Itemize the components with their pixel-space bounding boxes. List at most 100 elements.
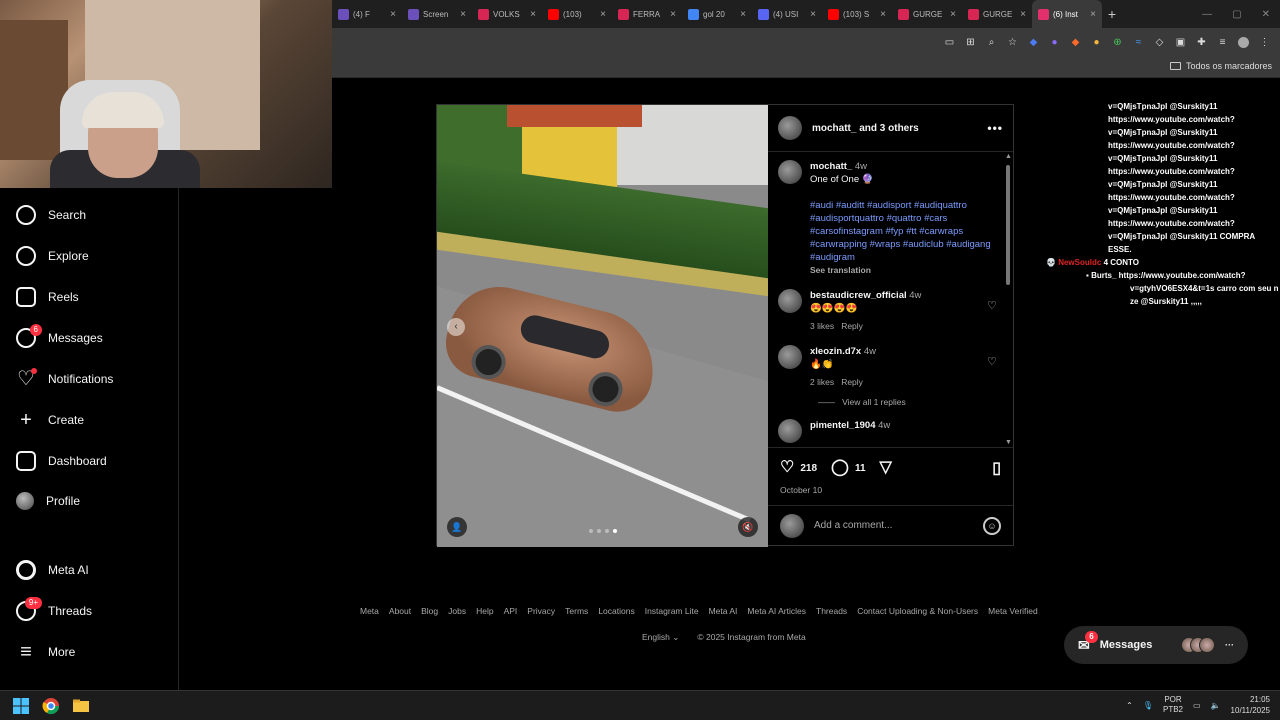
- like-comment-icon[interactable]: ♡: [987, 357, 997, 368]
- sidebar-item-explore[interactable]: Explore: [16, 246, 89, 266]
- close-tab-icon[interactable]: ×: [530, 9, 536, 20]
- browser-tab[interactable]: (6) Inst ×: [1032, 0, 1102, 28]
- avatar[interactable]: [778, 289, 802, 313]
- chrome-icon[interactable]: [42, 697, 60, 715]
- language-indicator[interactable]: POR PTB2: [1163, 695, 1183, 715]
- close-tab-icon[interactable]: ×: [740, 9, 746, 20]
- footer-link[interactable]: Locations: [598, 606, 634, 616]
- footer-link[interactable]: Help: [476, 606, 493, 616]
- browser-tab[interactable]: GURGE ×: [962, 0, 1032, 28]
- file-explorer-icon[interactable]: [72, 697, 90, 715]
- footer-link[interactable]: Jobs: [448, 606, 466, 616]
- previous-photo-button[interactable]: ‹: [447, 318, 465, 336]
- footer-link[interactable]: API: [504, 606, 518, 616]
- reply-button[interactable]: Reply: [841, 377, 863, 387]
- comment-username[interactable]: xleozin.d7x: [810, 346, 861, 357]
- windows-start-icon[interactable]: [12, 697, 30, 715]
- see-translation-link[interactable]: See translation: [810, 265, 871, 275]
- browser-tab[interactable]: (103) ×: [542, 0, 612, 28]
- more-options-icon[interactable]: •••: [987, 121, 1003, 135]
- star-icon[interactable]: ☆: [1007, 37, 1018, 48]
- extension-plus-icon[interactable]: ⊕: [1112, 37, 1123, 48]
- sidebar-item-profile[interactable]: Profile: [16, 492, 80, 510]
- close-tab-icon[interactable]: ×: [880, 9, 886, 20]
- sidebar-item-reels[interactable]: Reels: [16, 287, 79, 307]
- like-count[interactable]: 218: [800, 463, 817, 474]
- sidebar-item-search[interactable]: Search: [16, 205, 86, 225]
- caption-username[interactable]: mochatt_: [810, 161, 852, 172]
- comment-input[interactable]: Add a comment...: [814, 520, 892, 531]
- browser-tab[interactable]: Screen ×: [402, 0, 472, 28]
- footer-link[interactable]: Instagram Lite: [645, 606, 699, 616]
- close-tab-icon[interactable]: ×: [600, 9, 606, 20]
- browser-tab[interactable]: FERRA ×: [612, 0, 682, 28]
- volume-icon[interactable]: 🔈: [1211, 701, 1221, 710]
- avatar[interactable]: [778, 419, 802, 443]
- browser-menu-icon[interactable]: ⋮: [1259, 37, 1270, 48]
- close-tab-icon[interactable]: ×: [460, 9, 466, 20]
- close-tab-icon[interactable]: ×: [1090, 9, 1096, 20]
- chevron-up-icon[interactable]: ⌃: [1126, 701, 1133, 710]
- all-bookmarks-button[interactable]: Todos os marcadores: [1169, 61, 1272, 71]
- comments-list[interactable]: mochatt_ 4w One of One 🔮 #audi #auditt #…: [768, 152, 1013, 447]
- extension-cloud-icon[interactable]: ●: [1049, 37, 1060, 48]
- sidebar-item-threads[interactable]: 9+ Threads: [16, 597, 92, 621]
- emoji-icon[interactable]: ☺: [983, 516, 1001, 535]
- comment-icon[interactable]: ◯: [831, 460, 849, 476]
- footer-link[interactable]: Contact Uploading & Non-Users: [857, 606, 978, 616]
- sidebar-item-more[interactable]: ≡ More: [16, 642, 75, 662]
- maximize-icon[interactable]: ▢: [1232, 9, 1241, 20]
- comments-scrollbar[interactable]: ▲ ▼: [1005, 153, 1012, 446]
- clock[interactable]: 21:05 10/11/2025: [1231, 694, 1270, 716]
- close-window-icon[interactable]: ✕: [1262, 9, 1270, 20]
- zoom-icon[interactable]: ⌕: [986, 37, 997, 48]
- network-icon[interactable]: ▭: [1193, 701, 1201, 710]
- sidebar-item-notifications[interactable]: ♡ Notifications: [16, 368, 113, 389]
- sidebar-item-meta-ai[interactable]: Meta AI: [16, 560, 89, 580]
- close-tab-icon[interactable]: ×: [670, 9, 676, 20]
- extension-key-icon[interactable]: ●: [1091, 37, 1102, 48]
- save-bookmark-icon[interactable]: ▯: [992, 458, 1001, 478]
- footer-link[interactable]: Blog: [421, 606, 438, 616]
- share-icon[interactable]: ▽: [880, 460, 892, 476]
- extension-audio-icon[interactable]: ≈: [1133, 37, 1144, 48]
- extension-shield-icon[interactable]: ◆: [1028, 37, 1039, 48]
- footer-link[interactable]: Privacy: [527, 606, 555, 616]
- sidebar-item-messages[interactable]: 6 Messages: [16, 324, 103, 348]
- profile-avatar-icon[interactable]: [1238, 36, 1249, 48]
- avatar[interactable]: [778, 345, 802, 369]
- browser-tab[interactable]: GURGE ×: [892, 0, 962, 28]
- microphone-icon[interactable]: 🎙: [1143, 701, 1153, 710]
- avatar[interactable]: [778, 160, 802, 184]
- like-comment-icon[interactable]: ♡: [987, 301, 997, 312]
- caption-hashtags[interactable]: #audi #auditt #audisport #audiquattro #a…: [810, 200, 991, 263]
- extension-box-icon[interactable]: ▣: [1175, 37, 1186, 48]
- sidebar-item-dashboard[interactable]: Dashboard: [16, 451, 107, 471]
- close-tab-icon[interactable]: ×: [390, 9, 396, 20]
- close-tab-icon[interactable]: ×: [810, 9, 816, 20]
- cast-icon[interactable]: ▭: [944, 37, 955, 48]
- like-heart-icon[interactable]: ♡: [780, 460, 794, 476]
- post-author-label[interactable]: mochatt_ and 3 others: [812, 123, 919, 134]
- language-selector[interactable]: English ⌄: [642, 632, 679, 643]
- extension-fox-icon[interactable]: ◆: [1070, 37, 1081, 48]
- minimize-icon[interactable]: —: [1202, 9, 1212, 20]
- footer-link[interactable]: About: [389, 606, 411, 616]
- translate-icon[interactable]: ⊞: [965, 37, 976, 48]
- browser-tab[interactable]: (4) F ×: [332, 0, 402, 28]
- comment-username[interactable]: pimentel_1904: [810, 420, 875, 431]
- footer-link[interactable]: Terms: [565, 606, 588, 616]
- footer-link[interactable]: Meta AI: [709, 606, 738, 616]
- reply-button[interactable]: Reply: [841, 321, 863, 331]
- view-replies-link[interactable]: —— View all 1 replies: [818, 397, 1003, 407]
- comment-likes[interactable]: 3 likes: [810, 321, 834, 331]
- footer-link[interactable]: Meta: [360, 606, 379, 616]
- close-tab-icon[interactable]: ×: [950, 9, 956, 20]
- post-photo[interactable]: ‹ 👤 🔇: [437, 105, 768, 547]
- comment-likes[interactable]: 2 likes: [810, 377, 834, 387]
- browser-tab[interactable]: VOLKS ×: [472, 0, 542, 28]
- footer-link[interactable]: Meta AI Articles: [747, 606, 806, 616]
- mute-icon[interactable]: 🔇: [738, 517, 758, 537]
- extension-diamond-icon[interactable]: ◇: [1154, 37, 1165, 48]
- browser-tab[interactable]: (103) S ×: [822, 0, 892, 28]
